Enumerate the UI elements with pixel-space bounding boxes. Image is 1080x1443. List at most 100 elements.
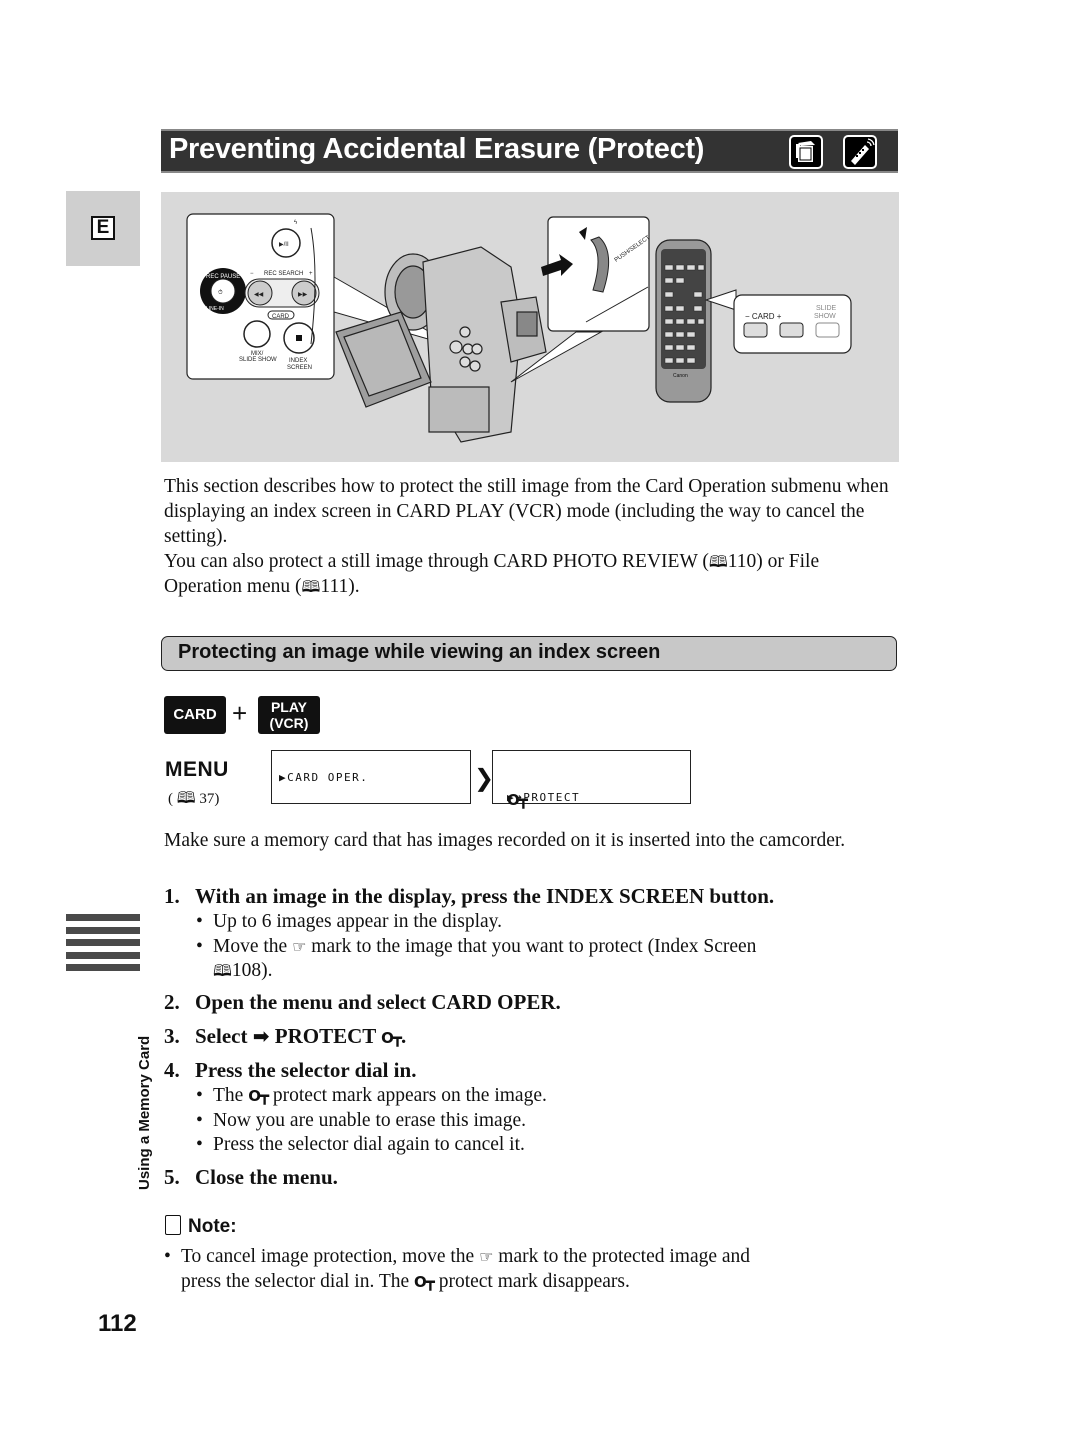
bullet-pre: Move the [213, 935, 288, 957]
note-line-2-pre: press the selector dial in. The [181, 1271, 410, 1292]
language-letter: E [91, 216, 115, 240]
bullet-item: Press the selector dial again to cancel … [196, 1133, 547, 1158]
rec-search-label: REC SEARCH [264, 271, 303, 277]
play-label: PLAY [270, 699, 308, 715]
note-line-2: press the selector dial in. The O┳ prote… [164, 1269, 899, 1295]
menu-ref-page: 37) [199, 791, 220, 807]
index-label: INDEX [289, 358, 307, 364]
step-5: 5. Close the menu. [164, 1165, 338, 1190]
play-pause-glyph: ▶/II [279, 242, 289, 248]
title-bar: Preventing Accidental Erasure (Protect) [161, 129, 898, 173]
bullet-continuation: 🕮108). [196, 959, 756, 984]
menu-ref-open: ( [168, 791, 173, 807]
step-2: 2. Open the menu and select CARD OPER. [164, 990, 561, 1015]
thumb-bar [66, 964, 140, 971]
step-text: Close the menu. [195, 1165, 338, 1189]
thumb-bar [66, 939, 140, 946]
screen-label: SCREEN [287, 365, 312, 371]
note-line-1: To cancel image protection, move the ☞ m… [164, 1244, 899, 1269]
note-heading-text: Note: [188, 1216, 237, 1237]
intro-line-2-pre: You can also protect a still image throu… [164, 551, 709, 572]
bullet-post: protect mark appears on the image. [272, 1085, 547, 1106]
page-ref-111: 111 [320, 576, 349, 597]
note-line-2-post: protect mark disappears. [438, 1271, 630, 1292]
note-line-1-post: mark to the protected image and [498, 1246, 751, 1267]
arrow-right-icon: ➡ [252, 1024, 270, 1048]
thumb-bar [66, 951, 140, 959]
step-3: 3. Select ➡ PROTECT O┳. [164, 1024, 406, 1049]
note-line-1-pre: To cancel image protection, move the [181, 1246, 475, 1267]
self-timer-glyph: ⏱ [218, 289, 223, 296]
thumb-bar [66, 914, 140, 921]
note-body: • To cancel image protection, move the ☞… [164, 1244, 899, 1295]
step-text: PROTECT [274, 1024, 376, 1048]
step-1: 1. With an image in the display, press th… [164, 884, 774, 909]
play-vcr-mode-badge: PLAY (VCR) [258, 696, 320, 734]
bullet-mark: • [164, 1246, 171, 1267]
bullet-post: mark to the image that you want to prote… [311, 935, 757, 957]
card-mode-badge: CARD [164, 696, 226, 734]
minus-label: − [250, 271, 254, 277]
note-pencil-icon [165, 1215, 181, 1235]
camcorder-body [335, 246, 547, 443]
remote-slide-label: SLIDE [816, 305, 837, 312]
vcr-label: (VCR) [269, 715, 309, 731]
fast-forward-glyph: ▶▶ [298, 292, 308, 298]
menu-page-ref: ( 🕮 37) [168, 787, 219, 814]
language-tab: E [66, 191, 140, 266]
bullet-item: Move the ☞ mark to the image that you wa… [196, 935, 756, 960]
intro-line-1: This section describes how to protect th… [164, 476, 889, 547]
book-icon: 🕮 [176, 788, 196, 807]
section-thumb-tab [66, 914, 140, 977]
pointing-hand-icon: ☞ [479, 1247, 494, 1266]
menu-item-card-oper: ▶CARD OPER. [279, 771, 369, 784]
step-text-post: . [400, 1024, 407, 1048]
page-ref-110: 110 [727, 551, 757, 572]
card-label: CARD [272, 314, 290, 320]
page-title: Preventing Accidental Erasure (Protect) [169, 133, 705, 165]
pointing-hand-icon: ☞ [292, 936, 307, 956]
step-text: Open the menu and select CARD OPER. [195, 990, 561, 1014]
remote-control: Canon [655, 239, 712, 403]
camcorder-card-icon [789, 135, 823, 169]
book-icon: 🕮 [213, 961, 232, 980]
page-ref-108: 108). [231, 960, 273, 981]
step-4-bullets: The O┳ protect mark appears on the image… [196, 1084, 547, 1158]
section-header: Protecting an image while viewing an ind… [161, 636, 897, 671]
rec-pause-label: REC PAUSE [206, 274, 240, 280]
remote-show-label: SHOW [814, 313, 836, 320]
key-icon: O┳ [507, 791, 528, 809]
prerequisite-text: Make sure a memory card that has images … [164, 830, 846, 851]
button-callout: ▶/II ϟ ⏱ REC PAUSE LINE-IN − REC SEARCH … [186, 213, 335, 380]
step-number: 2. [164, 990, 180, 1014]
key-icon: O┳ [248, 1087, 269, 1105]
slide-show-label: SLIDE SHOW [239, 357, 277, 363]
bullet-item: Up to 6 images appear in the display. [196, 910, 756, 935]
book-icon: 🕮 [708, 552, 728, 571]
remote-callout: − CARD + SLIDE SHOW [704, 289, 852, 354]
line-in-label: LINE-IN [206, 306, 224, 312]
intro-line-2-post: ). [348, 576, 360, 597]
camcorder-illustration: ▶/II ϟ ⏱ REC PAUSE LINE-IN − REC SEARCH … [186, 213, 852, 443]
plus-sign: + [232, 698, 248, 728]
key-icon: O┳ [414, 1273, 435, 1291]
remote-card-label: − CARD + [745, 312, 782, 321]
menu-label: MENU [165, 758, 229, 781]
step-4: 4. Press the selector dial in. [164, 1058, 416, 1083]
illustration-panel: ▶/II ϟ ⏱ REC PAUSE LINE-IN − REC SEARCH … [161, 192, 899, 462]
step-number: 5. [164, 1165, 180, 1189]
note-heading: Note: [165, 1215, 237, 1238]
section-title: Protecting an image while viewing an ind… [178, 641, 661, 663]
bullet-item: The O┳ protect mark appears on the image… [196, 1084, 547, 1109]
step-1-bullets: Up to 6 images appear in the display. Mo… [196, 910, 756, 984]
step-text-pre: Select [195, 1024, 248, 1048]
menu-screen-card-oper: ▶CARD OPER. [271, 750, 471, 804]
book-icon: 🕮 [301, 577, 321, 596]
step-number: 4. [164, 1058, 180, 1082]
step-number: 1. [164, 884, 180, 908]
menu-screen-protect: ▶➜PROTECT O┳ [492, 750, 691, 809]
bullet-pre: The [213, 1085, 244, 1106]
bullet-item: Now you are unable to erase this image. [196, 1109, 547, 1134]
chapter-label: Using a Memory Card [136, 1035, 153, 1190]
key-icon: O┳ [381, 1029, 402, 1047]
